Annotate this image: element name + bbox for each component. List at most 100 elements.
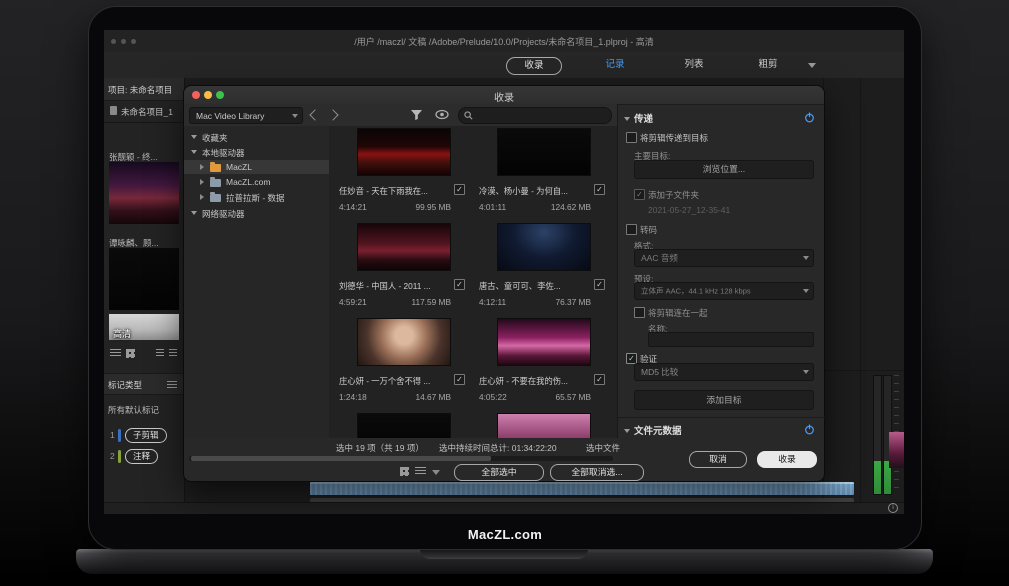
clip-label[interactable]: 高清: [113, 327, 131, 340]
file-card[interactable]: 冷漠、杨小曼 - 为何自... ✓ 4:01:11124.62 MB: [479, 128, 607, 220]
add-destination-button[interactable]: 添加目标: [634, 390, 814, 410]
file-card[interactable]: [479, 413, 607, 438]
verify-method-dropdown[interactable]: MD5 比较: [634, 363, 814, 381]
sort-icon[interactable]: [156, 349, 164, 358]
tab-ingest[interactable]: 收录: [506, 57, 562, 75]
list-view-icon[interactable]: [415, 467, 426, 476]
tree-item-favorites[interactable]: 收藏夹: [184, 130, 329, 144]
disclosure-icon[interactable]: [200, 164, 204, 170]
tab-list[interactable]: 列表: [676, 57, 712, 73]
tree-label: MacZL.com: [226, 177, 270, 187]
marker-type-title: 标记类型: [108, 379, 142, 391]
library-dropdown[interactable]: Mac Video Library: [189, 107, 303, 124]
file-card[interactable]: 任妙音 - 天在下雨我在... ✓ 4:14:2199.95 MB: [339, 128, 467, 220]
select-all-button[interactable]: 全部选中: [454, 464, 544, 481]
transfer-panel: 传递 将剪辑传递到目标 主要目标: 浏览位置... ✓ 添加子文件夹 2021-…: [617, 104, 825, 438]
file-metadata-header[interactable]: 文件元数据: [634, 423, 682, 437]
marker-tag[interactable]: 子剪辑: [125, 428, 167, 443]
dialog-title: 收录: [184, 89, 824, 104]
dialog-toolbar: Mac Video Library: [184, 104, 617, 127]
tree-item-maczl[interactable]: MacZL: [184, 160, 329, 174]
file-card[interactable]: 庄心妍 - 不要在我的伤... ✓ 4:05:2265.57 MB: [479, 318, 607, 410]
clip-thumbnail[interactable]: [109, 248, 179, 310]
marker-row[interactable]: 1 子剪辑: [104, 428, 184, 444]
deselect-all-button[interactable]: 全部取消选...: [550, 464, 644, 481]
ingest-button[interactable]: 收录: [757, 451, 817, 468]
search-input[interactable]: [458, 107, 612, 124]
file-checkbox[interactable]: ✓: [454, 374, 465, 385]
power-icon[interactable]: [804, 424, 815, 435]
browse-location-button[interactable]: 浏览位置...: [634, 160, 814, 179]
marker-filter[interactable]: 所有默认标记: [108, 404, 159, 416]
menu-icon[interactable]: [167, 381, 177, 388]
disclosure-icon[interactable]: [191, 135, 197, 139]
disclosure-icon[interactable]: [200, 194, 204, 200]
tab-rough-cut[interactable]: 粗剪: [750, 57, 786, 73]
disclosure-icon[interactable]: [624, 429, 630, 433]
dialog-titlebar[interactable]: 收录: [184, 86, 824, 105]
transfer-checkbox[interactable]: [626, 132, 637, 143]
timeline-clip[interactable]: [310, 482, 854, 495]
filter-list-icon[interactable]: [169, 349, 177, 358]
clip-thumbnail[interactable]: [109, 162, 179, 224]
tree-item-network-drives[interactable]: 网络驱动器: [184, 206, 329, 220]
app-statusbar: [104, 502, 904, 514]
chevron-down-icon[interactable]: [432, 470, 440, 475]
divider: [104, 122, 184, 123]
name-input[interactable]: [648, 332, 814, 347]
file-checkbox[interactable]: ✓: [594, 279, 605, 290]
transcode-checkbox[interactable]: [626, 224, 637, 235]
video-thumbnail: [357, 223, 451, 271]
video-thumbnail: [357, 413, 451, 438]
cancel-button[interactable]: 取消: [689, 451, 747, 468]
power-icon[interactable]: [804, 112, 815, 123]
subfolder-name-value: 2021-05-27_12-35-41: [648, 205, 730, 215]
stitch-checkbox[interactable]: [634, 307, 645, 318]
disclosure-icon[interactable]: [191, 150, 197, 154]
marker-tag[interactable]: 注释: [125, 449, 158, 464]
file-checkbox[interactable]: ✓: [454, 279, 465, 290]
grid-view-icon[interactable]: [126, 349, 135, 358]
filter-icon[interactable]: [410, 108, 423, 121]
marker-row[interactable]: 2 注释: [104, 449, 184, 465]
tree-item-laplace-data[interactable]: 拉普拉斯 - 数据: [184, 190, 329, 204]
file-card[interactable]: [339, 413, 467, 438]
project-panel-header[interactable]: 项目: 未命名项目: [104, 78, 184, 101]
divider: [824, 370, 904, 371]
thumbnail-view-icon[interactable]: [400, 467, 409, 476]
tree-item-maczl-com[interactable]: MacZL.com: [184, 175, 329, 189]
preset-dropdown[interactable]: 立体声 AAC，44.1 kHz 128 kbps: [634, 282, 814, 300]
window-title: /用户 /maczl/ 文稿 /Adobe/Prelude/10.0/Proje…: [104, 35, 904, 48]
disclosure-icon[interactable]: [191, 211, 197, 215]
video-preview-thumbnail: [889, 432, 904, 468]
file-checkbox[interactable]: ✓: [454, 184, 465, 195]
tree-item-local-drives[interactable]: 本地驱动器: [184, 145, 329, 159]
visibility-icon[interactable]: [435, 109, 449, 120]
chevron-down-icon[interactable]: [808, 63, 816, 68]
back-icon[interactable]: [309, 109, 320, 120]
forward-icon[interactable]: [327, 109, 338, 120]
info-icon[interactable]: [888, 503, 898, 513]
file-checkbox[interactable]: ✓: [594, 184, 605, 195]
file-card[interactable]: 刘德华 - 中国人 - 2011 ... ✓ 4:59:21117.59 MB: [339, 223, 467, 315]
laptop-brand-label: MacZL.com: [89, 527, 921, 542]
chevron-down-icon: [803, 256, 809, 260]
disclosure-icon[interactable]: [200, 179, 204, 185]
marker-type-header[interactable]: 标记类型: [104, 373, 184, 395]
format-value: AAC 音频: [641, 252, 799, 264]
transfer-header[interactable]: 传递: [634, 111, 653, 125]
horizontal-scrollbar[interactable]: [189, 456, 613, 461]
tab-logging[interactable]: 记录: [597, 57, 633, 73]
list-view-icon[interactable]: [110, 349, 121, 358]
file-card[interactable]: 唐古、童可可、李佐... ✓ 4:12:1176.37 MB: [479, 223, 607, 315]
folder-icon: [210, 194, 221, 202]
file-checkbox[interactable]: ✓: [594, 374, 605, 385]
file-card[interactable]: 庄心妍 - 一万个舍不得 ... ✓ 1:24:1814.67 MB: [339, 318, 467, 410]
scrollbar-thumb[interactable]: [191, 456, 491, 461]
project-item[interactable]: 未命名项目_1: [104, 102, 184, 120]
add-subfolder-checkbox[interactable]: ✓: [634, 189, 645, 200]
tree-label: 拉普拉斯 - 数据: [226, 192, 285, 204]
disclosure-icon[interactable]: [624, 117, 630, 121]
format-dropdown[interactable]: AAC 音频: [634, 249, 814, 267]
divider: [618, 417, 825, 418]
